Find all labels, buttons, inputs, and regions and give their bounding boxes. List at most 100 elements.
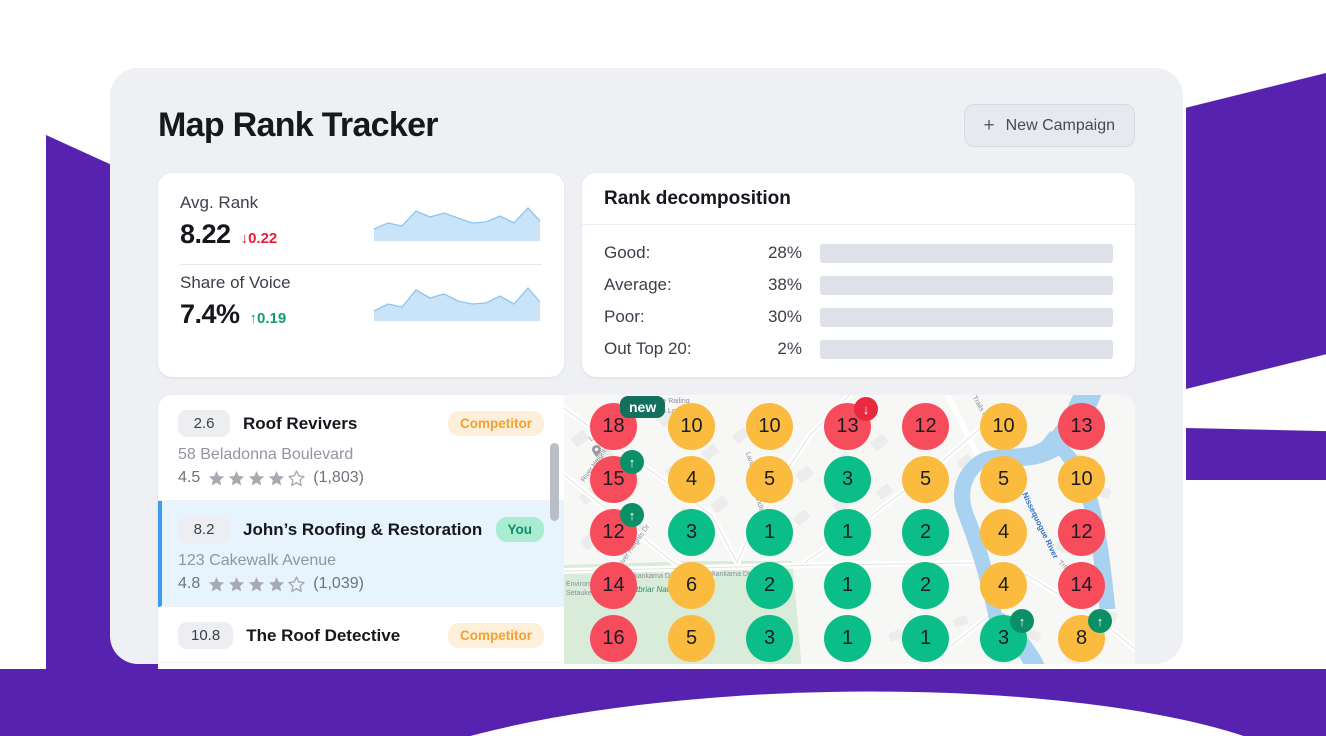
map-rank-pin[interactable]: 2 (746, 562, 793, 609)
star-icon (269, 576, 285, 591)
map-rank-pin[interactable]: 4 (980, 509, 1027, 556)
arrow-up-badge-icon: ↑ (1010, 609, 1034, 633)
listing-header: 2.6 Roof Revivers Competitor (178, 410, 544, 437)
map-rank-pin[interactable]: 1 (824, 615, 871, 662)
competitor-list[interactable]: 2.6 Roof Revivers Competitor 58 Beladonna B… (158, 395, 564, 664)
list-item[interactable]: 8.2 John’s Roofing & Restoration You 123 Ca… (158, 501, 564, 607)
map-rank-pin[interactable]: 3 (824, 456, 871, 503)
rank-row-label: Good: (604, 243, 651, 262)
rank-row-track (820, 307, 1113, 327)
listing-name: John’s Roofing & Restoration (243, 519, 483, 539)
map-pin-value: 5 (919, 468, 932, 490)
map-pin-value: 3 (997, 627, 1010, 649)
kpi-delta-value: 0.22 (248, 230, 278, 247)
kpi-label: Share of Voice (180, 273, 291, 292)
map-rank-pin[interactable]: 14 (1058, 562, 1105, 609)
map-rank-pin[interactable]: 1 (824, 509, 871, 556)
sparkline-share-of-voice (373, 286, 541, 321)
map-pin-value: 2 (919, 574, 932, 596)
list-scrollbar[interactable] (550, 443, 559, 521)
map-pin-value: 3 (685, 521, 698, 543)
star-icon (249, 576, 265, 591)
star-icon (209, 576, 225, 591)
rank-decomposition-row: Average: 38% (604, 269, 1113, 301)
map-pin-value: 10 (680, 415, 703, 437)
star-icon (288, 575, 305, 592)
map-pin-value: 12 (602, 521, 625, 543)
rank-row-track (820, 339, 1113, 359)
arrow-up-badge-icon: ↑ (620, 450, 644, 474)
rank-row-percent: 2% (777, 339, 802, 358)
map-rank-pin[interactable]: 16 (590, 615, 637, 662)
list-item[interactable]: 2.6 Roof Revivers Competitor 58 Beladonna B… (158, 395, 564, 501)
map-pin-value: 5 (763, 468, 776, 490)
rating-score: 4.8 (178, 575, 201, 592)
map-rank-pin[interactable]: 2 (902, 509, 949, 556)
arrow-down-badge-icon: ↓ (854, 397, 878, 421)
map-rank-pin[interactable]: 5 (980, 456, 1027, 503)
rank-row-label: Out Top 20: (604, 339, 692, 358)
rank-decomposition-rows: Good: 28% Average: 38% Poor: 30% Out Top 20: 2% (582, 225, 1135, 377)
map-pin-value: 1 (763, 521, 776, 543)
map-rank-pin[interactable]: 2 (902, 562, 949, 609)
map-rank-pin[interactable]: 1 (902, 615, 949, 662)
rank-row-track (820, 243, 1113, 263)
screenshot-root: Map Rank Tracker + New Campaign Avg. Ran… (0, 0, 1326, 736)
listing-rank-chip: 8.2 (178, 516, 230, 543)
map-rank-pin[interactable]: 14 (590, 562, 637, 609)
star-icon (209, 470, 225, 485)
map-rank-pin[interactable]: 4 (980, 562, 1027, 609)
map-rank-pin[interactable]: 13 (1058, 403, 1105, 450)
list-item[interactable]: 10.8 The Roof Detective Competitor (158, 607, 564, 663)
map-rank-pin[interactable]: 5 (668, 615, 715, 662)
rank-decomposition-card: Rank decomposition Good: 28% Average: 38% Po… (582, 173, 1135, 377)
rank-decomposition-row: Good: 28% (604, 237, 1113, 269)
metrics-row: Avg. Rank 8.22 ↓0.22 Share of Voice 7.4%… (158, 173, 1135, 377)
map-pin-value: 6 (685, 574, 698, 596)
listing-header: 8.2 John’s Roofing & Restoration You (178, 516, 544, 543)
map-rank-pin[interactable]: 10 (668, 403, 715, 450)
plus-icon: + (983, 115, 995, 136)
map-rank-pin[interactable]: 4 (668, 456, 715, 503)
review-count: (1,803) (313, 469, 364, 486)
new-campaign-button[interactable]: + New Campaign (963, 104, 1135, 147)
map-rank-pin[interactable]: 10 (746, 403, 793, 450)
star-icon (229, 470, 245, 485)
star-icon (229, 576, 245, 591)
listing-rank-chip: 10.8 (178, 622, 234, 649)
listing-name: Roof Revivers (243, 413, 358, 433)
map-pin-value: 12 (914, 415, 937, 437)
listing-rating: 4.8 (1,039) (178, 575, 544, 593)
map-rank-pin[interactable]: 10 (1058, 456, 1105, 503)
map-rank-pin[interactable]: 3 (668, 509, 715, 556)
review-count: (1,039) (313, 575, 364, 592)
map-rank-pin[interactable]: 12 (1058, 509, 1105, 556)
map-rank-pin[interactable]: 12 (902, 403, 949, 450)
map-rank-pin[interactable]: 1 (824, 562, 871, 609)
map-rank-pin[interactable]: 5 (746, 456, 793, 503)
map-rank-pin[interactable]: 3 (746, 615, 793, 662)
results-row: 2.6 Roof Revivers Competitor 58 Beladonna B… (158, 395, 1135, 664)
listing-tag: Competitor (448, 623, 544, 648)
map-pin-value: 8 (1075, 627, 1088, 649)
map-pin-value: 2 (763, 574, 776, 596)
listing-rank-chip: 2.6 (178, 410, 230, 437)
map-pin-value: 10 (758, 415, 781, 437)
rank-row-percent: 38% (767, 275, 802, 294)
arrow-up-icon: ↑ (249, 310, 258, 327)
map-rank-pin[interactable]: 1 (746, 509, 793, 556)
listing-container: 2.6 Roof Revivers Competitor 58 Beladonna B… (158, 395, 564, 663)
map-label: Setauket (566, 590, 594, 597)
divider (180, 264, 542, 265)
map-panel[interactable]: Cable RailingStairs Long IslandLanding A… (564, 395, 1135, 664)
listing-address: 123 Cakewalk Avenue (178, 552, 337, 569)
listing-name: The Roof Detective (246, 625, 401, 645)
map-rank-pin[interactable]: 6 (668, 562, 715, 609)
map-rank-pin[interactable]: 10 (980, 403, 1027, 450)
star-icon (249, 470, 265, 485)
app-window: Map Rank Tracker + New Campaign Avg. Ran… (110, 68, 1183, 664)
map-pin-value: 18 (602, 415, 625, 437)
map-rank-pin[interactable]: 5 (902, 456, 949, 503)
map-pin-value: 3 (763, 627, 776, 649)
map-pin-value: 10 (992, 415, 1015, 437)
